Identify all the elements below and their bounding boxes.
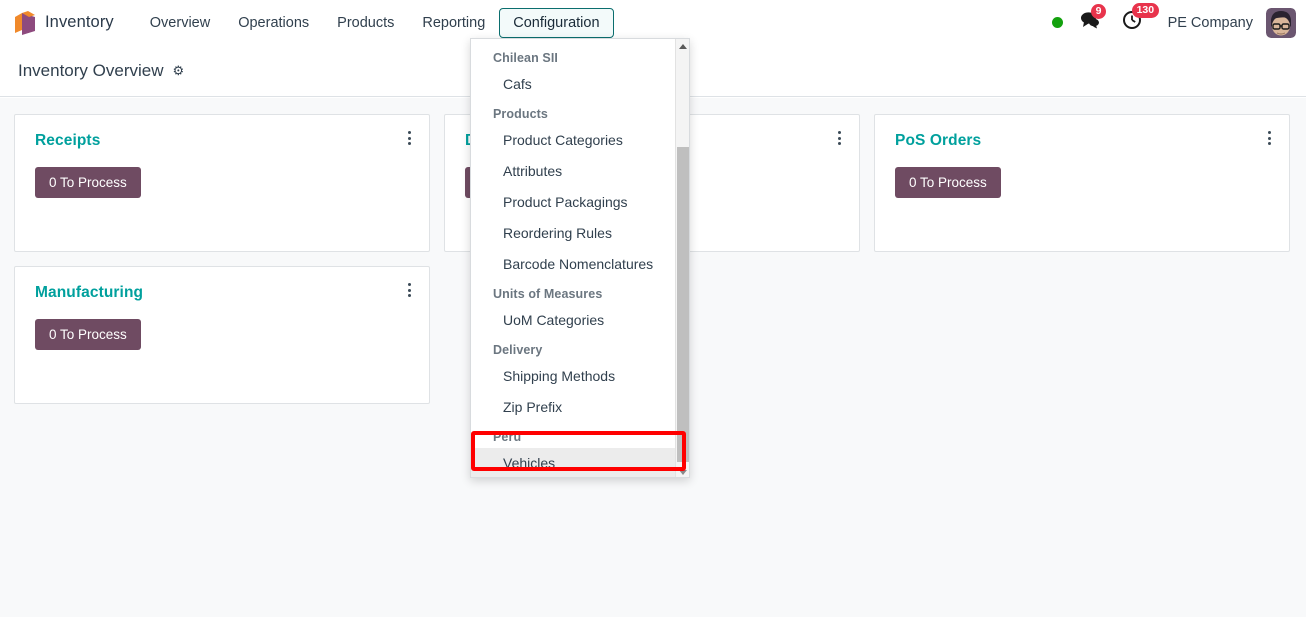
dropdown-section-delivery: Delivery xyxy=(493,343,543,357)
nav-item-configuration[interactable]: Configuration xyxy=(499,7,614,38)
online-dot-icon xyxy=(1051,17,1063,28)
vertical-dots-icon[interactable] xyxy=(404,279,415,301)
brand[interactable]: Inventory xyxy=(0,10,114,35)
avatar[interactable] xyxy=(1266,7,1296,38)
scroll-up-button[interactable] xyxy=(676,39,689,53)
to-process-button[interactable]: 0 To Process xyxy=(35,319,141,350)
dropdown-item-shipping-methods[interactable]: Shipping Methods xyxy=(471,361,677,392)
brand-label: Inventory xyxy=(45,13,114,31)
page-title-wrap: Inventory Overview ⚙ xyxy=(0,61,184,81)
triangle-down-icon xyxy=(679,469,687,475)
triangle-up-icon xyxy=(679,43,687,49)
dropdown-item-vehicles[interactable]: Vehicles xyxy=(471,448,677,477)
dropdown-section-units-of-measures: Units of Measures xyxy=(493,287,603,301)
scroll-down-button[interactable] xyxy=(676,465,689,477)
vertical-dots-icon[interactable] xyxy=(834,127,845,149)
card-title: Receipts xyxy=(35,132,101,149)
dropdown-scroll-area: Chilean SII Cafs Products Product Catego… xyxy=(471,39,677,477)
dropdown-scrollbar[interactable] xyxy=(675,39,689,477)
nav-item-products[interactable]: Products xyxy=(323,8,408,38)
dropdown-section-chilean-sii: Chilean SII xyxy=(493,51,559,65)
to-process-button[interactable]: 0 To Process xyxy=(895,167,1001,198)
dropdown-section-peru: Peru xyxy=(493,430,522,444)
nav-item-overview[interactable]: Overview xyxy=(136,8,224,38)
gear-icon[interactable]: ⚙ xyxy=(173,64,185,77)
nav-item-operations[interactable]: Operations xyxy=(224,8,323,38)
dropdown-item-reordering-rules[interactable]: Reordering Rules xyxy=(471,218,677,249)
dropdown-item-zip-prefix[interactable]: Zip Prefix xyxy=(471,392,677,423)
messages-button[interactable]: 9 xyxy=(1080,4,1107,34)
dropdown-item-cafs[interactable]: Cafs xyxy=(471,69,677,100)
configuration-dropdown-menu: Chilean SII Cafs Products Product Catego… xyxy=(470,38,690,478)
dropdown-item-product-categories[interactable]: Product Categories xyxy=(471,125,677,156)
navbar-right: 9 130 PE Company xyxy=(1051,3,1306,38)
page-title: Inventory Overview xyxy=(18,60,164,80)
vertical-dots-icon[interactable] xyxy=(404,127,415,149)
card-title: PoS Orders xyxy=(895,132,982,149)
activities-button[interactable]: 130 xyxy=(1122,3,1160,35)
to-process-button[interactable]: 0 To Process xyxy=(35,167,141,198)
nav-menu: Overview Operations Products Reporting C… xyxy=(136,7,614,38)
activities-badge: 130 xyxy=(1131,3,1160,19)
dropdown-item-product-packagings[interactable]: Product Packagings xyxy=(471,187,677,218)
scrollbar-thumb[interactable] xyxy=(677,147,689,462)
vertical-dots-icon[interactable] xyxy=(1264,127,1275,149)
dropdown-section-products: Products xyxy=(493,107,548,121)
dropdown-item-attributes[interactable]: Attributes xyxy=(471,156,677,187)
inventory-cube-icon xyxy=(14,10,36,35)
dropdown-item-barcode-nomenclatures[interactable]: Barcode Nomenclatures xyxy=(471,249,677,280)
kanban-card-receipts[interactable]: Receipts 0 To Process xyxy=(14,114,430,252)
nav-item-reporting[interactable]: Reporting xyxy=(408,8,499,38)
messages-badge: 9 xyxy=(1090,4,1107,20)
kanban-card-manufacturing[interactable]: Manufacturing 0 To Process xyxy=(14,266,430,404)
company-switcher[interactable]: PE Company xyxy=(1168,15,1253,31)
kanban-card-pos-orders[interactable]: PoS Orders 0 To Process xyxy=(874,114,1290,252)
dropdown-item-uom-categories[interactable]: UoM Categories xyxy=(471,305,677,336)
card-title: Manufacturing xyxy=(35,284,144,301)
